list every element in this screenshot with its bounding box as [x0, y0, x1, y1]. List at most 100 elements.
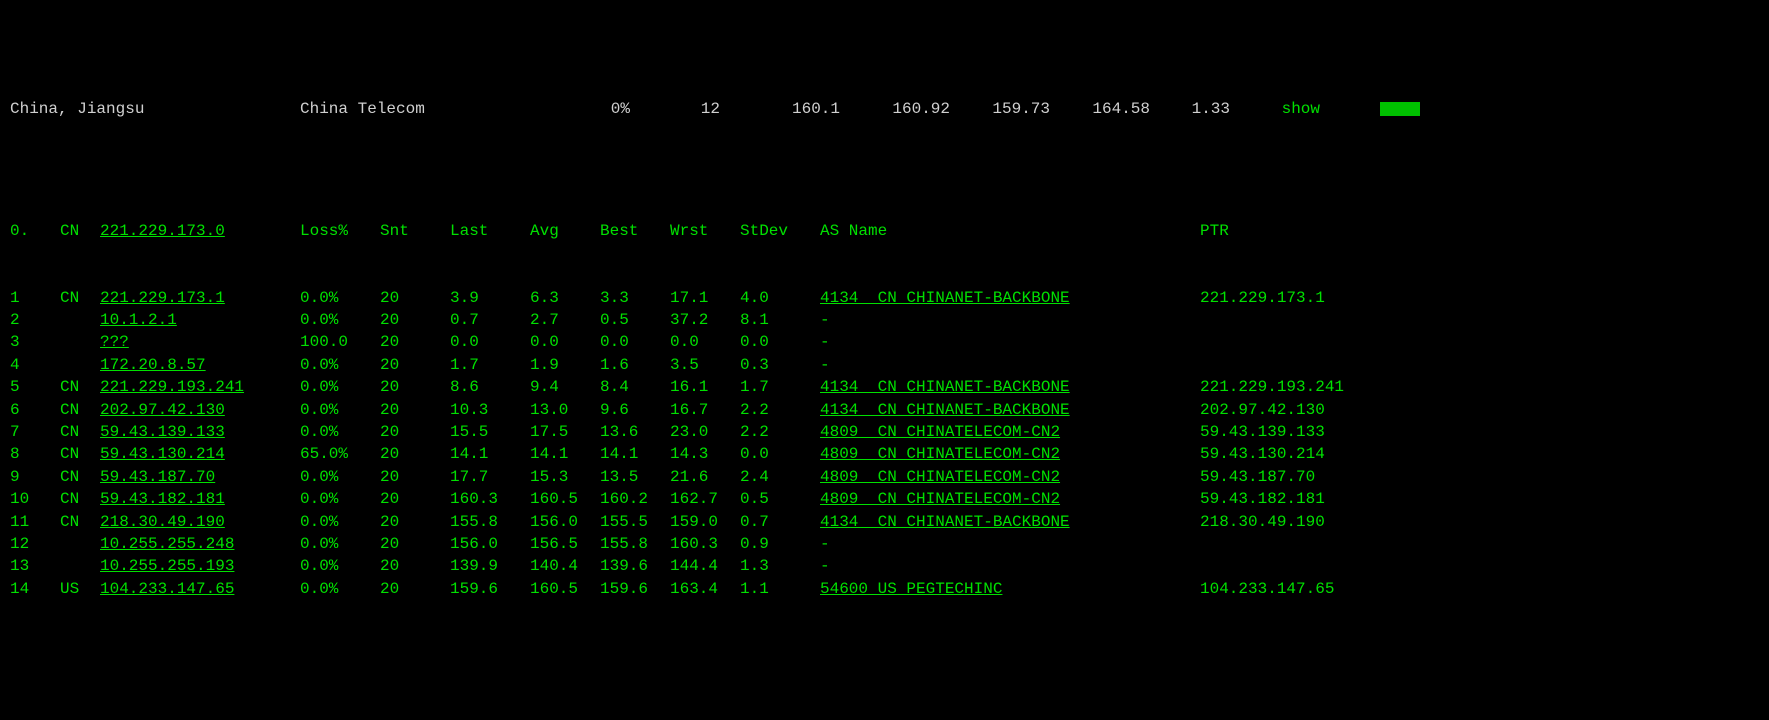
- cell-last: 15.5: [450, 421, 530, 443]
- cell-ptr: [1200, 533, 1400, 555]
- hop-row: 5CN221.229.193.2410.0%208.69.48.416.11.7…: [10, 376, 1759, 398]
- cell-ip[interactable]: 59.43.182.181: [100, 488, 300, 510]
- cell-as[interactable]: 4134 CN CHINANET-BACKBONE: [820, 511, 1200, 533]
- cell-ptr: 59.43.182.181: [1200, 488, 1400, 510]
- cell-ip[interactable]: 10.255.255.193: [100, 555, 300, 577]
- cell-ip[interactable]: 218.30.49.190: [100, 511, 300, 533]
- cell-as: -: [820, 555, 1200, 577]
- cell-ip[interactable]: 10.255.255.248: [100, 533, 300, 555]
- col-ip[interactable]: 221.229.173.0: [100, 220, 300, 242]
- cell-ip[interactable]: 202.97.42.130: [100, 399, 300, 421]
- cell-ip[interactable]: 59.43.130.214: [100, 443, 300, 465]
- cell-ip[interactable]: 172.20.8.57: [100, 354, 300, 376]
- cell-loss: 0.0%: [300, 354, 380, 376]
- summary-best: 159.73: [950, 98, 1050, 120]
- cell-cc: CN: [60, 488, 100, 510]
- cell-wrst: 17.1: [670, 287, 740, 309]
- cell-stdev: 2.2: [740, 421, 820, 443]
- cell-loss: 0.0%: [300, 511, 380, 533]
- cell-wrst: 21.6: [670, 466, 740, 488]
- cell-n: 6: [10, 399, 60, 421]
- cell-cc: CN: [60, 376, 100, 398]
- cell-avg: 1.9: [530, 354, 600, 376]
- hop-row: 14US104.233.147.650.0%20159.6160.5159.61…: [10, 578, 1759, 600]
- cell-as[interactable]: 4809 CN CHINATELECOM-CN2: [820, 466, 1200, 488]
- cell-loss: 0.0%: [300, 376, 380, 398]
- cell-ptr: 59.43.187.70: [1200, 466, 1400, 488]
- summary-stdev: 1.33: [1150, 98, 1230, 120]
- cell-n: 3: [10, 331, 60, 353]
- summary-last: 160.1: [720, 98, 840, 120]
- cell-wrst: 159.0: [670, 511, 740, 533]
- cell-n: 8: [10, 443, 60, 465]
- cell-as[interactable]: 54600 US PEGTECHINC: [820, 578, 1200, 600]
- cell-ptr: [1200, 354, 1400, 376]
- cell-as[interactable]: 4809 CN CHINATELECOM-CN2: [820, 421, 1200, 443]
- cell-snt: 20: [380, 533, 450, 555]
- cell-stdev: 0.9: [740, 533, 820, 555]
- cell-ip[interactable]: 10.1.2.1: [100, 309, 300, 331]
- cell-stdev: 2.2: [740, 399, 820, 421]
- cell-last: 17.7: [450, 466, 530, 488]
- cell-loss: 0.0%: [300, 309, 380, 331]
- hop-row: 1310.255.255.1930.0%20139.9140.4139.6144…: [10, 555, 1759, 577]
- cell-best: 3.3: [600, 287, 670, 309]
- cell-avg: 13.0: [530, 399, 600, 421]
- cell-stdev: 1.1: [740, 578, 820, 600]
- cell-last: 0.0: [450, 331, 530, 353]
- col-avg: Avg: [530, 220, 600, 242]
- cell-n: 14: [10, 578, 60, 600]
- cell-ip[interactable]: 59.43.139.133: [100, 421, 300, 443]
- cell-ip[interactable]: 104.233.147.65: [100, 578, 300, 600]
- cell-ip[interactable]: 221.229.193.241: [100, 376, 300, 398]
- cell-last: 10.3: [450, 399, 530, 421]
- col-hop: 0.: [10, 220, 60, 242]
- cell-wrst: 3.5: [670, 354, 740, 376]
- cell-as[interactable]: 4134 CN CHINANET-BACKBONE: [820, 376, 1200, 398]
- cell-n: 4: [10, 354, 60, 376]
- cell-ptr: 221.229.193.241: [1200, 376, 1400, 398]
- cell-wrst: 37.2: [670, 309, 740, 331]
- cell-best: 139.6: [600, 555, 670, 577]
- cell-cc: [60, 354, 100, 376]
- cell-wrst: 14.3: [670, 443, 740, 465]
- cell-cc: US: [60, 578, 100, 600]
- col-cc: CN: [60, 220, 100, 242]
- cell-avg: 156.5: [530, 533, 600, 555]
- cell-avg: 160.5: [530, 578, 600, 600]
- cell-avg: 9.4: [530, 376, 600, 398]
- cell-last: 159.6: [450, 578, 530, 600]
- cell-best: 8.4: [600, 376, 670, 398]
- cell-n: 9: [10, 466, 60, 488]
- cell-n: 11: [10, 511, 60, 533]
- cell-snt: 20: [380, 421, 450, 443]
- cell-cc: [60, 309, 100, 331]
- cell-ip[interactable]: ???: [100, 331, 300, 353]
- hop-row: 9CN59.43.187.700.0%2017.715.313.521.62.4…: [10, 466, 1759, 488]
- cell-ptr: 59.43.130.214: [1200, 443, 1400, 465]
- cell-wrst: 16.1: [670, 376, 740, 398]
- cell-stdev: 0.5: [740, 488, 820, 510]
- cell-best: 0.5: [600, 309, 670, 331]
- cell-wrst: 160.3: [670, 533, 740, 555]
- cell-best: 160.2: [600, 488, 670, 510]
- cell-ptr: 218.30.49.190: [1200, 511, 1400, 533]
- col-best: Best: [600, 220, 670, 242]
- show-link[interactable]: show: [1230, 98, 1320, 120]
- cell-as: -: [820, 533, 1200, 555]
- cell-as[interactable]: 4134 CN CHINANET-BACKBONE: [820, 287, 1200, 309]
- cell-ip[interactable]: 59.43.187.70: [100, 466, 300, 488]
- cell-ip[interactable]: 221.229.173.1: [100, 287, 300, 309]
- summary-location: China, Jiangsu: [10, 98, 300, 120]
- cell-as[interactable]: 4809 CN CHINATELECOM-CN2: [820, 488, 1200, 510]
- cell-cc: CN: [60, 511, 100, 533]
- col-ptr: PTR: [1200, 220, 1400, 242]
- cell-ptr: [1200, 331, 1400, 353]
- cell-avg: 156.0: [530, 511, 600, 533]
- cell-last: 139.9: [450, 555, 530, 577]
- cell-as[interactable]: 4809 CN CHINATELECOM-CN2: [820, 443, 1200, 465]
- cell-loss: 0.0%: [300, 421, 380, 443]
- cell-loss: 0.0%: [300, 466, 380, 488]
- cell-as[interactable]: 4134 CN CHINANET-BACKBONE: [820, 399, 1200, 421]
- col-loss: Loss%: [300, 220, 380, 242]
